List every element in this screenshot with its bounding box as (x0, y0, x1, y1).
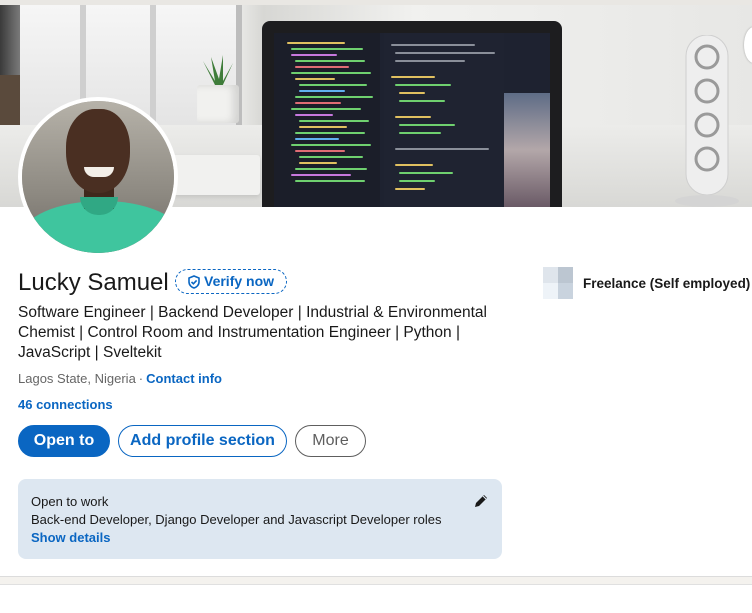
profile-name: Lucky Samuel (18, 269, 169, 296)
profile-headline: Software Engineer | Backend Developer | … (18, 304, 487, 361)
current-position-label: Freelance (Self employed) (583, 276, 751, 291)
add-profile-section-button[interactable]: Add profile section (118, 425, 287, 457)
verify-now-button[interactable]: Verify now (175, 269, 288, 294)
profile-card: Lucky Samuel Verify now Software Enginee… (0, 5, 752, 577)
show-details-link[interactable]: Show details (31, 530, 110, 545)
contact-info-link[interactable]: Contact info (146, 371, 222, 386)
next-section (0, 578, 752, 613)
company-logo (543, 267, 573, 299)
current-position[interactable]: Freelance (Self employed) (543, 267, 752, 303)
banner-laptop (262, 21, 562, 207)
shield-check-icon (188, 275, 200, 289)
open-to-work-title: Open to work (31, 494, 109, 509)
more-button[interactable]: More (295, 425, 366, 457)
connections-link[interactable]: 46 connections (18, 397, 113, 412)
location-row: Lagos State, Nigeria · Contact info (18, 371, 222, 386)
profile-photo[interactable] (18, 97, 178, 257)
pencil-icon[interactable] (472, 492, 490, 510)
verify-now-label: Verify now (204, 273, 275, 289)
open-to-work-card[interactable]: Open to work Back-end Developer, Django … (18, 479, 502, 559)
open-to-button[interactable]: Open to (18, 425, 110, 457)
location-text: Lagos State, Nigeria (18, 371, 136, 386)
separator-dot: · (138, 371, 144, 386)
open-to-work-roles: Back-end Developer, Django Developer and… (31, 512, 442, 527)
